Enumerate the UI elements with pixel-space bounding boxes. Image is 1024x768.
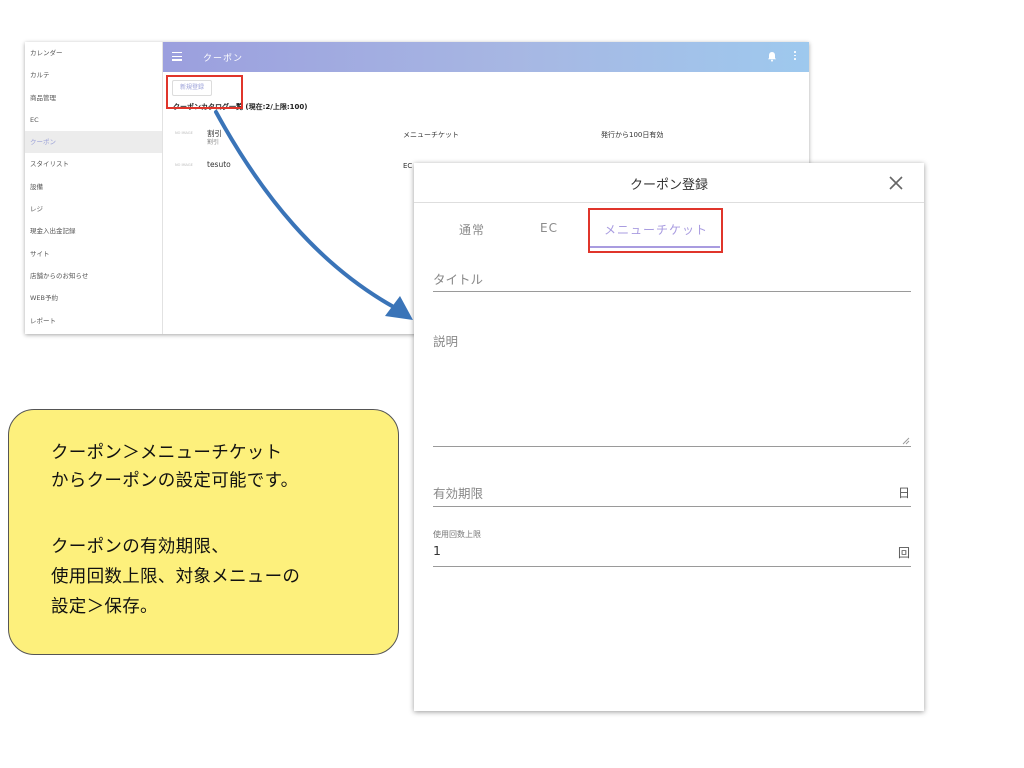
usage-field-underline: [433, 566, 911, 567]
coupon-expiry: 発行から100日有効: [601, 131, 664, 139]
usage-limit-field[interactable]: 1: [433, 543, 441, 558]
title-field[interactable]: タイトル: [433, 269, 483, 288]
sidebar-item[interactable]: 現金入出金記録: [25, 220, 162, 242]
coupon-registration-dialog: クーポン登録 通常 EC メニューチケット タイトル 説明 有効期限 日 使用回…: [414, 163, 924, 711]
coupon-thumbnail: NO IMAGE: [175, 163, 193, 167]
sidebar-item[interactable]: クーポン: [25, 131, 162, 154]
sidebar-item[interactable]: スタイリスト: [25, 153, 162, 175]
title-field-underline: [433, 291, 911, 292]
expiry-field[interactable]: 有効期限: [433, 483, 483, 502]
note-line: 使用回数上限、対象メニューの: [51, 567, 301, 587]
hamburger-menu-icon[interactable]: [172, 52, 182, 61]
coupon-thumbnail: NO IMAGE: [175, 131, 193, 135]
dialog-title: クーポン登録: [629, 178, 708, 193]
note-line: からクーポンの設定可能です。: [51, 471, 299, 491]
new-registration-button[interactable]: 新規登録: [172, 80, 212, 96]
tab-menu-ticket[interactable]: メニューチケット: [604, 221, 708, 238]
sidebar-item[interactable]: WEB予約: [25, 287, 162, 309]
note-line: クーポン＞メニューチケット: [51, 443, 283, 463]
usage-limit-label: 使用回数上限: [433, 530, 481, 539]
sidebar: カレンダー カルテ 商品管理 EC クーポン スタイリスト 設備 レジ 現金入出金記録 サイト 店舗…: [25, 42, 163, 334]
sidebar-item[interactable]: カレンダー: [25, 42, 162, 64]
sidebar-item[interactable]: カルテ: [25, 64, 162, 86]
coupon-name: tesuto: [207, 160, 231, 169]
usage-unit: 回: [898, 546, 911, 560]
close-icon[interactable]: [888, 175, 904, 191]
page-title: クーポン: [203, 54, 244, 64]
sidebar-item[interactable]: EC: [25, 109, 162, 131]
sidebar-item[interactable]: レポート: [25, 310, 162, 332]
coupon-subtitle: 割引: [207, 139, 220, 146]
active-tab-indicator: [590, 246, 720, 248]
tab-normal[interactable]: 通常: [459, 221, 485, 238]
bell-icon[interactable]: [767, 51, 777, 62]
expiry-field-underline: [433, 506, 911, 507]
tab-ec[interactable]: EC: [540, 221, 558, 235]
note-line: 設定＞保存。: [51, 597, 158, 617]
coupon-type: EC: [403, 162, 413, 170]
sidebar-item[interactable]: レジ: [25, 198, 162, 220]
description-field-underline: [433, 446, 911, 447]
sidebar-item[interactable]: 店舗からのお知らせ: [25, 265, 162, 287]
more-vert-icon[interactable]: [793, 51, 797, 62]
dialog-header: クーポン登録: [414, 163, 924, 203]
topbar: クーポン: [163, 42, 809, 72]
coupon-catalog-heading: クーポンカタログ一覧 (現在:2/上限:100): [173, 103, 308, 111]
instruction-note: クーポン＞メニューチケット からクーポンの設定可能です。 クーポンの有効期限、 …: [8, 409, 399, 655]
sidebar-item[interactable]: 商品管理: [25, 87, 162, 109]
table-row[interactable]: NO IMAGE 割引 割引 メニューチケット 発行から100日有効: [175, 126, 805, 152]
coupon-type: メニューチケット: [403, 131, 459, 139]
resize-handle-icon[interactable]: [900, 435, 910, 445]
sidebar-item[interactable]: サイト: [25, 243, 162, 265]
sidebar-item[interactable]: 設備: [25, 176, 162, 198]
description-field[interactable]: 説明: [433, 331, 458, 350]
note-line: クーポンの有効期限、: [51, 537, 229, 557]
expiry-unit: 日: [898, 486, 911, 500]
